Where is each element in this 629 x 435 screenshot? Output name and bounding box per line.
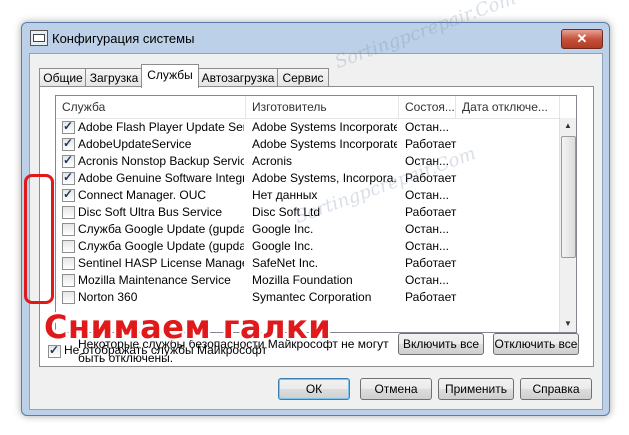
- table-row[interactable]: Acronis Nonstop Backup Service Acronis Ост…: [56, 153, 560, 170]
- table-row[interactable]: Adobe Genuine Software Integri... Adobe S…: [56, 170, 560, 187]
- table-row[interactable]: Служба Google Update (gupdatem) Google In…: [56, 238, 560, 255]
- service-name: Sentinel HASP License Manager: [78, 256, 244, 270]
- hide-microsoft-services-checkbox[interactable]: [48, 343, 61, 358]
- scroll-down-arrow-icon[interactable]: ▼: [560, 316, 576, 332]
- service-status: Работает: [405, 256, 457, 270]
- window-title: Конфигурация системы: [52, 31, 195, 46]
- service-status: Остан...: [405, 120, 449, 134]
- close-button[interactable]: ✕: [561, 29, 603, 49]
- service-checkbox[interactable]: [62, 136, 75, 151]
- scroll-up-arrow-icon[interactable]: ▲: [560, 118, 576, 134]
- service-status: Работает: [405, 137, 457, 151]
- service-manufacturer: Acronis: [252, 154, 293, 168]
- msconfig-app-icon: [30, 30, 48, 46]
- service-name: Служба Google Update (gupdate): [78, 222, 244, 236]
- service-name: Disc Soft Ultra Bus Service: [78, 205, 223, 219]
- service-status: Остан...: [405, 222, 449, 236]
- service-manufacturer: Symantec Corporation: [252, 290, 372, 304]
- service-checkbox[interactable]: [62, 291, 75, 304]
- vertical-scrollbar[interactable]: ▲ ▼: [559, 118, 576, 332]
- service-manufacturer: Disc Soft Ltd: [252, 205, 321, 219]
- service-status: Работает: [405, 205, 457, 219]
- tab-general[interactable]: Общие: [39, 68, 87, 87]
- table-row[interactable]: Mozilla Maintenance Service Mozilla Found…: [56, 272, 560, 289]
- service-name: Adobe Genuine Software Integri...: [78, 171, 244, 185]
- column-header-manufacturer[interactable]: Изготовитель: [246, 96, 399, 118]
- service-checkbox[interactable]: [62, 257, 75, 270]
- service-status: Остан...: [405, 273, 449, 287]
- annotation-red-frame: [24, 174, 54, 304]
- service-status: Работает: [405, 171, 457, 185]
- service-name: Norton 360: [78, 290, 138, 304]
- column-header-date-disabled[interactable]: Дата отключе...: [456, 96, 560, 118]
- table-row[interactable]: Disc Soft Ultra Bus Service Disc Soft Ltd…: [56, 204, 560, 221]
- service-checkbox[interactable]: [62, 170, 75, 185]
- ok-button[interactable]: ОК: [278, 378, 350, 400]
- table-row[interactable]: Norton 360 Symantec Corporation Работает: [56, 289, 560, 306]
- service-checkbox[interactable]: [62, 119, 75, 134]
- service-checkbox[interactable]: [62, 240, 75, 253]
- service-manufacturer: Mozilla Foundation: [252, 273, 353, 287]
- service-status: Остан...: [405, 154, 449, 168]
- table-row[interactable]: Sentinel HASP License Manager SafeNet Inc…: [56, 255, 560, 272]
- enable-all-button[interactable]: Включить все: [398, 333, 484, 355]
- service-checkbox[interactable]: [62, 274, 75, 287]
- service-manufacturer: Adobe Systems Incorporated: [252, 137, 397, 151]
- services-list[interactable]: Служба Изготовитель Состоя... Дата отклю…: [55, 95, 577, 333]
- service-name: Connect Manager. OUC: [78, 188, 207, 202]
- table-row[interactable]: Connect Manager. OUC Нет данных Остан...: [56, 187, 560, 204]
- service-name: AdobeUpdateService: [78, 137, 192, 151]
- title-bar[interactable]: Конфигурация системы ✕: [22, 23, 609, 53]
- column-header-service[interactable]: Служба: [56, 96, 246, 118]
- tab-services[interactable]: Службы: [141, 64, 199, 88]
- service-manufacturer: SafeNet Inc.: [252, 256, 319, 270]
- table-row[interactable]: AdobeUpdateService Adobe Systems Incorpor…: [56, 136, 560, 153]
- service-checkbox[interactable]: [62, 206, 75, 219]
- table-row[interactable]: Служба Google Update (gupdate) Google Inc…: [56, 221, 560, 238]
- disable-all-button[interactable]: Отключить все: [493, 333, 579, 355]
- service-name: Acronis Nonstop Backup Service: [78, 154, 244, 168]
- scrollbar-thumb[interactable]: [561, 136, 576, 258]
- service-status: Работает: [405, 290, 457, 304]
- service-status: Остан...: [405, 188, 449, 202]
- service-checkbox[interactable]: [62, 153, 75, 168]
- service-manufacturer: Adobe Systems Incorporated: [252, 120, 397, 134]
- apply-button[interactable]: Применить: [438, 378, 514, 400]
- service-checkbox[interactable]: [62, 187, 75, 202]
- service-checkbox[interactable]: [62, 223, 75, 236]
- service-name: Служба Google Update (gupdatem): [78, 239, 244, 253]
- service-manufacturer: Google Inc.: [252, 222, 314, 236]
- service-manufacturer: Google Inc.: [252, 239, 314, 253]
- annotation-text: Снимаем галки: [44, 308, 332, 346]
- tab-boot[interactable]: Загрузка: [85, 68, 143, 87]
- tab-tools[interactable]: Сервис: [277, 68, 329, 87]
- column-header-status[interactable]: Состоя...: [399, 96, 456, 118]
- service-status: Остан...: [405, 239, 449, 253]
- help-button[interactable]: Справка: [520, 378, 592, 400]
- service-manufacturer: Adobe Systems, Incorpora...: [252, 171, 397, 185]
- service-name: Adobe Flash Player Update Service: [78, 120, 244, 134]
- service-name: Mozilla Maintenance Service: [78, 273, 231, 287]
- list-header: Служба Изготовитель Состоя... Дата отклю…: [56, 96, 576, 119]
- cancel-button[interactable]: Отмена: [360, 378, 432, 400]
- service-manufacturer: Нет данных: [252, 188, 318, 202]
- tab-startup[interactable]: Автозагрузка: [197, 68, 279, 87]
- table-row[interactable]: Adobe Flash Player Update Service Adobe S…: [56, 119, 560, 136]
